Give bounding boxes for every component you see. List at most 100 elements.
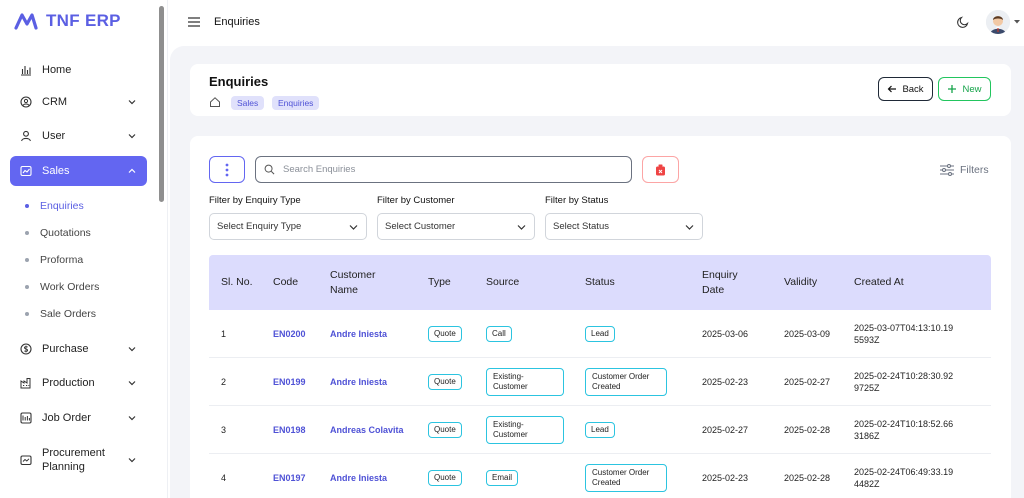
status-chip: Lead — [585, 326, 615, 342]
delete-button[interactable] — [642, 156, 679, 183]
user-avatar[interactable] — [986, 10, 1010, 34]
type-chip: Quote — [428, 422, 462, 438]
main-content: Enquiries Sales Enquiries Back New Searc… — [170, 46, 1024, 498]
customer-select[interactable]: Select Customer — [377, 213, 535, 240]
status-chip: Lead — [585, 422, 615, 438]
breadcrumb-sales[interactable]: Sales — [231, 96, 265, 110]
sidebar-item-user[interactable]: User — [10, 122, 147, 150]
enquiries-table: Sl. No. Code Customer Name Type Source S… — [209, 255, 991, 498]
sidebar-subitem-enquiries[interactable]: Enquiries — [25, 200, 84, 212]
column-header-source[interactable]: Source — [486, 255, 519, 310]
type-chip: Quote — [428, 470, 462, 486]
back-button[interactable]: Back — [878, 77, 933, 101]
logo-mark-icon — [14, 13, 38, 30]
column-header-validity[interactable]: Validity — [784, 255, 817, 310]
sidebar-item-sales[interactable]: Sales — [10, 156, 147, 186]
search-icon — [264, 164, 275, 175]
column-header-created-at[interactable]: Created At — [854, 255, 904, 310]
select-value: Select Enquiry Type — [217, 221, 302, 232]
page-title: Enquiries — [209, 74, 269, 89]
column-header-sl-no[interactable]: Sl. No. — [221, 255, 261, 310]
sidebar-item-production[interactable]: Production — [10, 369, 147, 397]
status-chip: Customer Order Created — [585, 464, 667, 492]
sidebar-item-procurement-planning[interactable]: Procurement Planning — [10, 445, 147, 475]
table-row[interactable]: 3 EN0198 Andreas Colavita Quote Existing… — [209, 406, 991, 454]
column-header-status[interactable]: Status — [585, 255, 615, 310]
cell-validity: 2025-02-27 — [784, 377, 831, 387]
sidebar-item-home[interactable]: Home — [10, 56, 147, 84]
app-name: TNF ERP — [46, 11, 121, 30]
cell-created-at: 2025-03-07T04:13:10.195593Z — [854, 323, 954, 345]
sidebar-scrollbar[interactable] — [159, 6, 164, 202]
status-select[interactable]: Select Status — [545, 213, 703, 240]
chart-bars-icon — [20, 64, 32, 76]
cell-customer-link[interactable]: Andre Iniesta — [330, 358, 387, 406]
sidebar-subitem-label: Work Orders — [40, 281, 100, 293]
filters-toggle[interactable]: Filters — [940, 164, 989, 176]
chevron-down-icon — [127, 97, 137, 107]
cell-code-link[interactable]: EN0197 — [273, 454, 306, 498]
column-header-type[interactable]: Type — [428, 255, 451, 310]
user-icon — [20, 130, 32, 142]
sidebar-subitem-proforma[interactable]: Proforma — [25, 254, 83, 266]
hamburger-menu-icon[interactable] — [188, 17, 200, 27]
sidebar-item-label: Purchase — [42, 343, 89, 355]
cell-enquiry-date: 2025-02-27 — [702, 425, 749, 435]
page-header-card: Enquiries Sales Enquiries Back New — [190, 64, 1011, 116]
sidebar-subitem-label: Enquiries — [40, 200, 84, 212]
table-row[interactable]: 4 EN0197 Andre Iniesta Quote Email Custo… — [209, 454, 991, 498]
cell-customer-link[interactable]: Andreas Colavita — [330, 406, 404, 454]
bullet-dot-icon — [25, 258, 29, 262]
kebab-menu-icon — [225, 163, 229, 176]
filters-label: Filters — [960, 164, 989, 176]
new-button-label: New — [962, 83, 982, 95]
cell-code-link[interactable]: EN0199 — [273, 358, 306, 406]
column-header-code[interactable]: Code — [273, 255, 298, 310]
sidebar-item-job-order[interactable]: Job Order — [10, 404, 147, 432]
sidebar-subitem-work-orders[interactable]: Work Orders — [25, 281, 99, 293]
sidebar-item-label: Production — [42, 377, 95, 389]
planning-icon — [20, 454, 32, 466]
status-chip: Customer Order Created — [585, 368, 667, 396]
sidebar-item-crm[interactable]: CRM — [10, 88, 147, 116]
home-icon[interactable] — [209, 96, 221, 108]
search-box[interactable] — [255, 156, 632, 183]
sidebar-item-purchase[interactable]: Purchase — [10, 335, 147, 363]
cell-source: Existing-Customer — [486, 358, 564, 406]
chevron-down-icon — [349, 225, 358, 230]
cell-validity: 2025-03-09 — [784, 329, 831, 339]
cell-source: Existing-Customer — [486, 406, 564, 454]
cell-code-link[interactable]: EN0200 — [273, 310, 306, 358]
crm-icon — [20, 96, 32, 108]
search-input[interactable] — [283, 164, 613, 175]
cell-customer-link[interactable]: Andre Iniesta — [330, 310, 387, 358]
breadcrumb-enquiries[interactable]: Enquiries — [272, 96, 320, 110]
filter-customer-label: Filter by Customer — [377, 195, 455, 206]
table-header: Sl. No. Code Customer Name Type Source S… — [209, 255, 991, 310]
column-header-customer-name[interactable]: Customer Name — [330, 255, 390, 310]
enquiry-type-select[interactable]: Select Enquiry Type — [209, 213, 367, 240]
cell-code-link[interactable]: EN0198 — [273, 406, 306, 454]
cell-validity: 2025-02-28 — [784, 425, 831, 435]
chevron-down-icon — [127, 413, 137, 423]
cell-validity: 2025-02-28 — [784, 473, 831, 483]
sidebar-item-label: CRM — [42, 96, 68, 108]
bullet-dot-icon — [25, 231, 29, 235]
cell-type: Quote — [428, 454, 462, 498]
chevron-down-icon — [127, 131, 137, 141]
cell-customer-link[interactable]: Andre Iniesta — [330, 454, 387, 498]
top-bar: Enquiries — [168, 0, 1024, 46]
moon-icon[interactable] — [956, 15, 970, 29]
column-header-enquiry-date[interactable]: Enquiry Date — [702, 255, 752, 310]
sidebar-subitem-quotations[interactable]: Quotations — [25, 227, 91, 239]
bullet-dot-icon — [25, 204, 29, 208]
topbar-title: Enquiries — [214, 16, 260, 28]
table-row[interactable]: 2 EN0199 Andre Iniesta Quote Existing-Cu… — [209, 358, 991, 406]
table-row[interactable]: 1 EN0200 Andre Iniesta Quote Call Lead 2… — [209, 310, 991, 358]
more-options-button[interactable] — [209, 156, 245, 183]
caret-down-icon[interactable] — [1014, 20, 1020, 24]
new-button[interactable]: New — [938, 77, 991, 101]
chevron-down-icon — [517, 225, 526, 230]
app-logo[interactable]: TNF ERP — [14, 10, 121, 32]
sidebar-subitem-sale-orders[interactable]: Sale Orders — [25, 308, 96, 320]
